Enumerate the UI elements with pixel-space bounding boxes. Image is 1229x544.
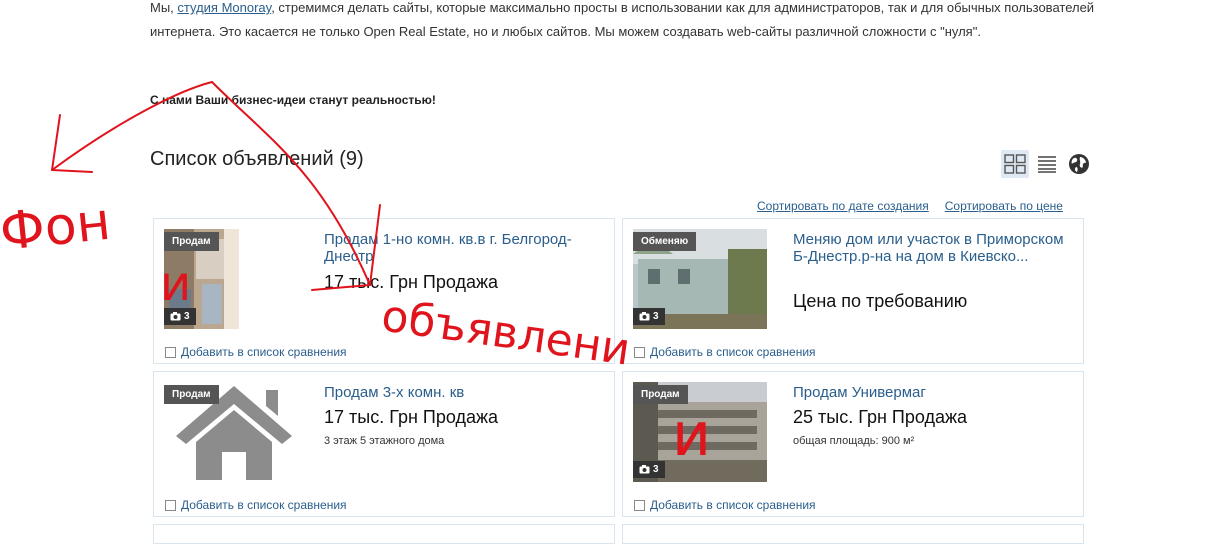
compare-option[interactable]: Добавить в список сравнения bbox=[165, 498, 347, 512]
intro-paragraph: Мы, студия Monoray, стремимся делать сай… bbox=[150, 0, 1095, 39]
compare-option[interactable]: Добавить в список сравнения bbox=[165, 345, 347, 359]
listing-card[interactable] bbox=[622, 524, 1084, 544]
camera-icon bbox=[170, 312, 181, 321]
listing-title-link[interactable]: Меняю дом или участок в Приморском Б-Дне… bbox=[793, 231, 1073, 265]
grid-view-icon[interactable] bbox=[1001, 150, 1029, 178]
intro-text: Мы, студия Monoray, стремимся делать сай… bbox=[150, 0, 1100, 44]
list-view-icon[interactable] bbox=[1033, 150, 1061, 178]
sort-bar: Сортировать по дате создания Сортировать… bbox=[757, 199, 1063, 213]
listing-card[interactable] bbox=[153, 524, 615, 544]
annotation-fon: Фон bbox=[0, 192, 113, 263]
sort-by-date-link[interactable]: Сортировать по дате создания bbox=[757, 199, 929, 213]
listing-title-link[interactable]: Продам 3-х комн. кв bbox=[324, 384, 604, 401]
listing-title-link[interactable]: Продам 1-но комн. кв.в г. Белгород-Днест… bbox=[324, 231, 604, 265]
listing-details: 3 этаж 5 этажного дома bbox=[324, 435, 445, 447]
listing-price: 17 тыс. Грн Продажа bbox=[324, 407, 499, 427]
camera-icon bbox=[639, 312, 650, 321]
listing-type-badge: Обменяю bbox=[633, 232, 697, 251]
listing-price: Цена по требованию bbox=[793, 291, 968, 311]
globe-map-icon[interactable] bbox=[1065, 150, 1093, 178]
photo-count-badge: 3 bbox=[633, 461, 665, 478]
studio-link[interactable]: студия Monoray bbox=[177, 0, 271, 15]
sort-by-price-link[interactable]: Сортировать по цене bbox=[945, 199, 1063, 213]
compare-checkbox[interactable] bbox=[165, 499, 176, 511]
listing-price: 25 тыс. Грн Продажа bbox=[793, 407, 968, 427]
motto: С нами Ваши бизнес-идеи станут реальност… bbox=[150, 93, 436, 107]
photo-count-badge: 3 bbox=[633, 308, 665, 325]
listing-price: 17 тыс. Грн Продажа bbox=[324, 272, 499, 292]
listing-type-badge: Продам bbox=[164, 232, 219, 251]
listing-card[interactable]: Продам Продам 3-х комн. кв 17 тыс. Грн П… bbox=[153, 371, 615, 517]
compare-checkbox[interactable] bbox=[634, 499, 645, 511]
listing-type-badge: Продам bbox=[633, 385, 688, 404]
listing-title-link[interactable]: Продам Универмаг bbox=[793, 384, 1073, 401]
view-switcher bbox=[1001, 150, 1093, 178]
compare-option[interactable]: Добавить в список сравнения bbox=[634, 345, 816, 359]
listing-type-badge: Продам bbox=[164, 385, 219, 404]
compare-checkbox[interactable] bbox=[165, 346, 176, 358]
camera-icon bbox=[639, 465, 650, 474]
photo-count-badge: 3 bbox=[164, 308, 196, 325]
listing-title: Список объявлений (9) bbox=[150, 148, 364, 170]
listing-details: общая площадь: 900 м² bbox=[793, 435, 915, 447]
compare-checkbox[interactable] bbox=[634, 346, 645, 358]
compare-option[interactable]: Добавить в список сравнения bbox=[634, 498, 816, 512]
listing-card[interactable]: Продам 3 Продам 1-но комн. кв.в г. Белго… bbox=[153, 218, 615, 364]
listing-card[interactable]: Продам 3 Продам Универмаг 25 тыс. Грн Пр… bbox=[622, 371, 1084, 517]
listing-card[interactable]: Обменяю 3 Меняю дом или участок в Примор… bbox=[622, 218, 1084, 364]
